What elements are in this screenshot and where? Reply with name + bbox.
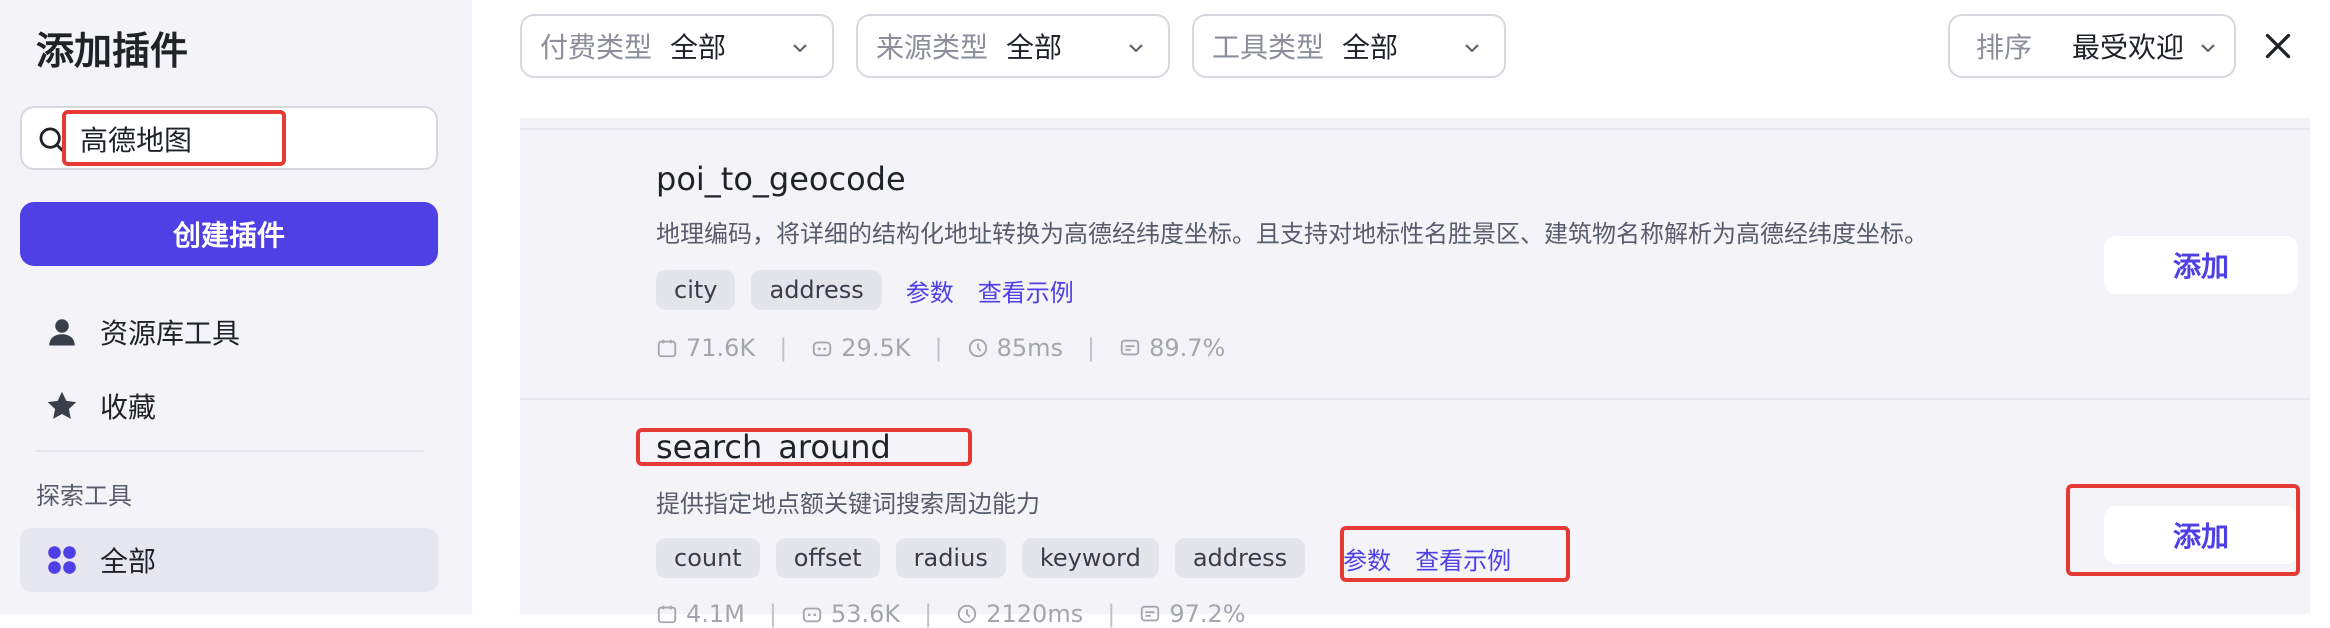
filter-source-type[interactable]: 来源类型 全部 — [856, 14, 1170, 78]
param-tag: city — [656, 270, 736, 310]
params-link[interactable]: 参数 — [906, 273, 954, 308]
success-rate-icon — [1120, 339, 1140, 356]
nav-item-label: 全部 — [100, 545, 157, 578]
stat-divider: | — [779, 334, 788, 362]
filter-value: 全部 — [1006, 31, 1063, 64]
filter-label: 付费类型 — [540, 31, 653, 64]
user-icon — [49, 319, 75, 346]
param-tag: count — [656, 538, 760, 578]
view-example-link[interactable]: 查看示例 — [1415, 541, 1511, 576]
grid-icon — [48, 546, 76, 574]
nav-item-all[interactable]: 全部 — [20, 528, 438, 592]
add-button[interactable]: 添加 — [2104, 506, 2298, 564]
tool-stats: 71.6K | 29.5K | 85ms | 89.7% — [656, 334, 1225, 362]
search-input[interactable] — [80, 118, 410, 160]
calendar-icon — [657, 339, 677, 358]
filter-tool-type[interactable]: 工具类型 全部 — [1192, 14, 1506, 78]
tool-list: poi_to_geocode 地理编码，将详细的结构化地址转换为高德经纬度坐标。… — [520, 118, 2310, 628]
section-label-explore: 探索工具 — [36, 482, 132, 510]
param-tag: address — [1174, 538, 1306, 578]
tool-description: 地理编码，将详细的结构化地址转换为高德经纬度坐标。且支持对地标性名胜景区、建筑物… — [656, 220, 1928, 248]
close-icon[interactable] — [2260, 28, 2296, 64]
filter-label: 工具类型 — [1212, 31, 1325, 64]
tool-name: search_around — [656, 428, 891, 466]
sort-label: 排序 — [1976, 31, 2033, 64]
stat-divider: | — [1107, 600, 1116, 628]
calendar-icon — [657, 605, 677, 624]
nav-item-favorites[interactable]: 收藏 — [20, 374, 438, 438]
stat-divider: | — [768, 600, 777, 628]
filter-value: 全部 — [1342, 31, 1399, 64]
stat-bots: 53.6K — [830, 600, 901, 628]
sidebar-divider — [36, 450, 424, 452]
nav-item-resource-tools[interactable]: 资源库工具 — [20, 300, 438, 364]
filter-value: 全部 — [670, 31, 727, 64]
row-separator — [520, 398, 2310, 400]
chevron-down-icon — [793, 44, 807, 53]
stat-divider: | — [934, 334, 943, 362]
param-tag: offset — [775, 538, 880, 578]
param-tag: address — [751, 270, 882, 310]
sort-value: 最受欢迎 — [2072, 31, 2185, 64]
bot-icon — [813, 341, 832, 357]
stat-success-rate: 89.7% — [1149, 334, 1226, 362]
param-tag: radius — [895, 538, 1006, 578]
star-icon — [47, 391, 77, 419]
tool-params: city address 参数 查看示例 — [656, 270, 1074, 310]
chevron-down-icon — [1465, 44, 1479, 53]
nav-item-label: 资源库工具 — [100, 317, 241, 350]
chevron-down-icon — [1129, 44, 1143, 53]
sort-select[interactable]: 排序 最受欢迎 — [1948, 14, 2236, 78]
stat-divider: | — [1086, 334, 1096, 362]
stat-divider: | — [924, 600, 933, 628]
clock-icon — [968, 338, 987, 358]
stat-latency: 2120ms — [986, 600, 1084, 628]
sidebar: 添加插件 创建插件 资源库工具 收藏 探索工具 全部 — [0, 0, 472, 614]
param-tag: keyword — [1021, 538, 1159, 578]
search-icon — [39, 127, 66, 154]
chevron-down-icon — [2201, 44, 2215, 53]
stat-latency: 85ms — [996, 334, 1063, 362]
stat-usage: 71.6K — [686, 334, 756, 362]
tool-name: poi_to_geocode — [656, 160, 906, 198]
filter-pay-type[interactable]: 付费类型 全部 — [520, 14, 834, 78]
create-plugin-button[interactable]: 创建插件 — [20, 202, 438, 266]
page-title: 添加插件 — [36, 29, 189, 73]
nav-item-label: 收藏 — [100, 391, 157, 424]
filter-label: 来源类型 — [876, 31, 989, 64]
bot-icon — [802, 607, 822, 623]
success-rate-icon — [1141, 605, 1160, 622]
add-button[interactable]: 添加 — [2104, 236, 2298, 294]
params-link[interactable]: 参数 — [1343, 541, 1391, 576]
row-separator — [520, 128, 2310, 130]
stat-usage: 4.1M — [686, 600, 745, 628]
stat-bots: 29.5K — [841, 334, 911, 362]
tool-params: count offset radius keyword address 参数 查… — [656, 538, 1511, 578]
tool-stats: 4.1M | 53.6K | 2120ms | 97.2% — [656, 600, 1246, 628]
search-box[interactable] — [20, 106, 438, 170]
clock-icon — [958, 604, 977, 624]
tool-description: 提供指定地点额关键词搜索周边能力 — [656, 490, 1040, 518]
stat-success-rate: 97.2% — [1169, 600, 1246, 628]
view-example-link[interactable]: 查看示例 — [978, 273, 1074, 308]
